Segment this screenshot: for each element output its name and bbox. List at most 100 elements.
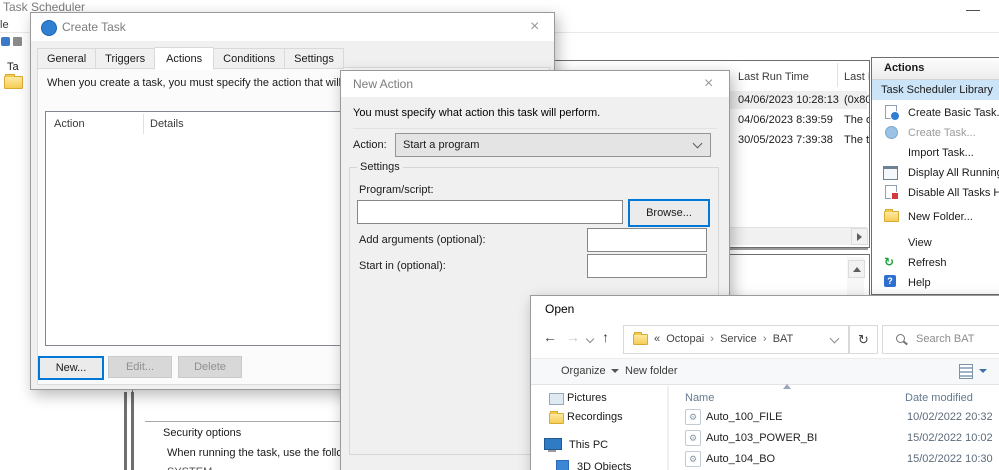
edit-action-button[interactable]: Edit... xyxy=(108,356,172,378)
tab-triggers[interactable]: Triggers xyxy=(95,48,155,69)
delete-action-button[interactable]: Delete xyxy=(178,356,242,378)
column-header-last-run-time[interactable]: Last Run Time xyxy=(738,71,809,83)
file-row[interactable]: ⚙ Auto_100_FILE 10/02/2022 20:32 xyxy=(681,409,999,427)
explorer-toolbar: Organize New folder xyxy=(531,358,999,385)
tree-item-task-scheduler-partial[interactable]: Ta xyxy=(7,61,19,73)
program-script-input[interactable] xyxy=(357,200,623,224)
actions-item-create-task[interactable]: Create Task... xyxy=(872,123,999,143)
disable-history-icon xyxy=(884,185,898,199)
file-date-modified: 15/02/2022 10:30 xyxy=(907,453,993,465)
actions-item-help[interactable]: ? Help xyxy=(872,273,999,293)
new-action-instruction: You must specify what action this task w… xyxy=(353,107,600,119)
new-folder-button[interactable]: New folder xyxy=(625,365,678,377)
file-row[interactable]: ⚙ Auto_104_BO 15/02/2022 10:30 xyxy=(681,451,999,469)
toolbar-icon[interactable] xyxy=(1,37,10,46)
file-date-modified: 15/02/2022 10:02 xyxy=(907,432,993,444)
breadcrumb-octopai[interactable]: Octopai xyxy=(666,333,704,345)
actions-item-task-scheduler-library[interactable]: Task Scheduler Library xyxy=(872,80,999,100)
sidebar-item-pictures[interactable]: Pictures xyxy=(567,392,607,404)
column-header-date-modified[interactable]: Date modified xyxy=(905,392,973,404)
actions-item-new-folder[interactable]: New Folder... xyxy=(872,205,999,227)
column-header-last-run-result[interactable]: Last R xyxy=(844,71,870,83)
splitter-bar[interactable] xyxy=(131,392,134,470)
file-date-modified: 10/02/2022 20:32 xyxy=(907,411,993,423)
3d-objects-icon xyxy=(556,460,569,470)
address-bar[interactable]: « Octopai › Service › BAT xyxy=(623,325,849,354)
sidebar-item-3d-objects[interactable]: 3D Objects xyxy=(577,461,631,470)
view-mode-dropdown-icon[interactable] xyxy=(979,369,987,373)
column-divider xyxy=(143,114,144,134)
toolbar-icon[interactable] xyxy=(13,37,22,46)
actions-panel-header: Actions xyxy=(872,58,999,80)
sidebar-item-recordings[interactable]: Recordings xyxy=(567,411,623,423)
close-icon[interactable]: × xyxy=(530,19,539,35)
scroll-right-button[interactable] xyxy=(851,228,868,245)
breadcrumb-bat[interactable]: BAT xyxy=(773,333,794,345)
security-options-label: Security options xyxy=(163,427,241,439)
back-button[interactable]: ← xyxy=(543,329,557,345)
sidebar-item-this-pc[interactable]: This PC xyxy=(569,439,608,451)
dialog-title: Open xyxy=(545,302,574,316)
organize-dropdown-icon xyxy=(611,369,619,373)
menu-file-partial[interactable]: le xyxy=(0,19,9,31)
this-pc-icon xyxy=(544,438,562,450)
bat-file-icon: ⚙ xyxy=(689,433,697,444)
start-in-label: Start in (optional): xyxy=(359,260,446,272)
close-icon[interactable]: × xyxy=(704,76,713,92)
file-row[interactable]: ⚙ Auto_103_POWER_BI 15/02/2022 10:02 xyxy=(681,430,999,448)
splitter-bar[interactable] xyxy=(124,392,127,470)
column-header-action[interactable]: Action xyxy=(54,118,85,130)
sidebar-scrollbar[interactable] xyxy=(667,386,669,470)
screen: Task Scheduler — le Ta Last Run Time Las… xyxy=(0,0,999,470)
button-label: Browse... xyxy=(646,207,692,219)
organize-menu[interactable]: Organize xyxy=(561,365,606,377)
actions-item-refresh[interactable]: ↻ Refresh xyxy=(872,253,999,273)
file-name: Auto_104_BO xyxy=(706,453,775,465)
add-arguments-input[interactable] xyxy=(587,228,707,252)
settings-group-label: Settings xyxy=(357,161,403,173)
column-header-details[interactable]: Details xyxy=(150,118,184,130)
button-label: Delete xyxy=(194,361,226,373)
tab-general[interactable]: General xyxy=(37,48,96,69)
address-dropdown-chevron-icon[interactable] xyxy=(830,334,840,344)
actions-item-label: Help xyxy=(908,277,931,289)
search-box[interactable]: Search BAT xyxy=(882,325,999,354)
refresh-button[interactable]: ↻ xyxy=(849,325,878,354)
view-mode-icon[interactable] xyxy=(959,364,973,379)
actions-item-display-all-running[interactable]: Display All Running T xyxy=(872,163,999,183)
dialog-title: Create Task xyxy=(62,20,126,34)
actions-panel-title: Actions xyxy=(884,62,924,74)
breadcrumb-service[interactable]: Service xyxy=(720,333,757,345)
action-dropdown[interactable]: Start a program xyxy=(395,133,711,157)
scroll-up-button[interactable] xyxy=(848,260,865,278)
actions-item-label: Import Task... xyxy=(908,147,974,159)
column-header-name[interactable]: Name xyxy=(685,392,714,404)
bat-file-icon: ⚙ xyxy=(689,412,697,423)
clock-icon xyxy=(41,20,57,36)
recent-locations-chevron-icon[interactable] xyxy=(586,335,594,343)
action-dropdown-value: Start a program xyxy=(403,139,479,151)
actions-item-label: Display All Running T xyxy=(908,167,999,179)
tab-actions[interactable]: Actions xyxy=(154,47,214,70)
actions-item-disable-history[interactable]: Disable All Tasks Histo xyxy=(872,183,999,203)
tab-settings[interactable]: Settings xyxy=(284,48,344,69)
start-in-input[interactable] xyxy=(587,254,707,278)
this-pc-icon-stand xyxy=(548,450,556,452)
up-button[interactable]: ↑ xyxy=(602,329,609,345)
minimize-button[interactable]: — xyxy=(966,1,980,17)
selected-item-label: Task Scheduler Library xyxy=(881,84,993,96)
actions-item-view[interactable]: View xyxy=(872,233,999,253)
button-label: Edit... xyxy=(126,361,154,373)
tree-folder-icon[interactable] xyxy=(4,76,23,89)
actions-item-import-task[interactable]: Import Task... xyxy=(872,143,999,163)
new-action-titlebar[interactable]: New Action × xyxy=(341,71,729,97)
section-divider xyxy=(145,421,341,422)
new-action-button[interactable]: New... xyxy=(38,356,104,380)
forward-button[interactable]: → xyxy=(566,329,580,345)
new-folder-icon xyxy=(884,211,899,222)
actions-item-create-basic-task[interactable]: Create Basic Task... xyxy=(872,103,999,123)
browse-button[interactable]: Browse... xyxy=(628,199,710,227)
actions-tab-instruction: When you create a task, you must specify… xyxy=(47,77,367,89)
tab-conditions[interactable]: Conditions xyxy=(213,48,285,69)
create-task-titlebar[interactable]: Create Task × xyxy=(31,13,554,41)
